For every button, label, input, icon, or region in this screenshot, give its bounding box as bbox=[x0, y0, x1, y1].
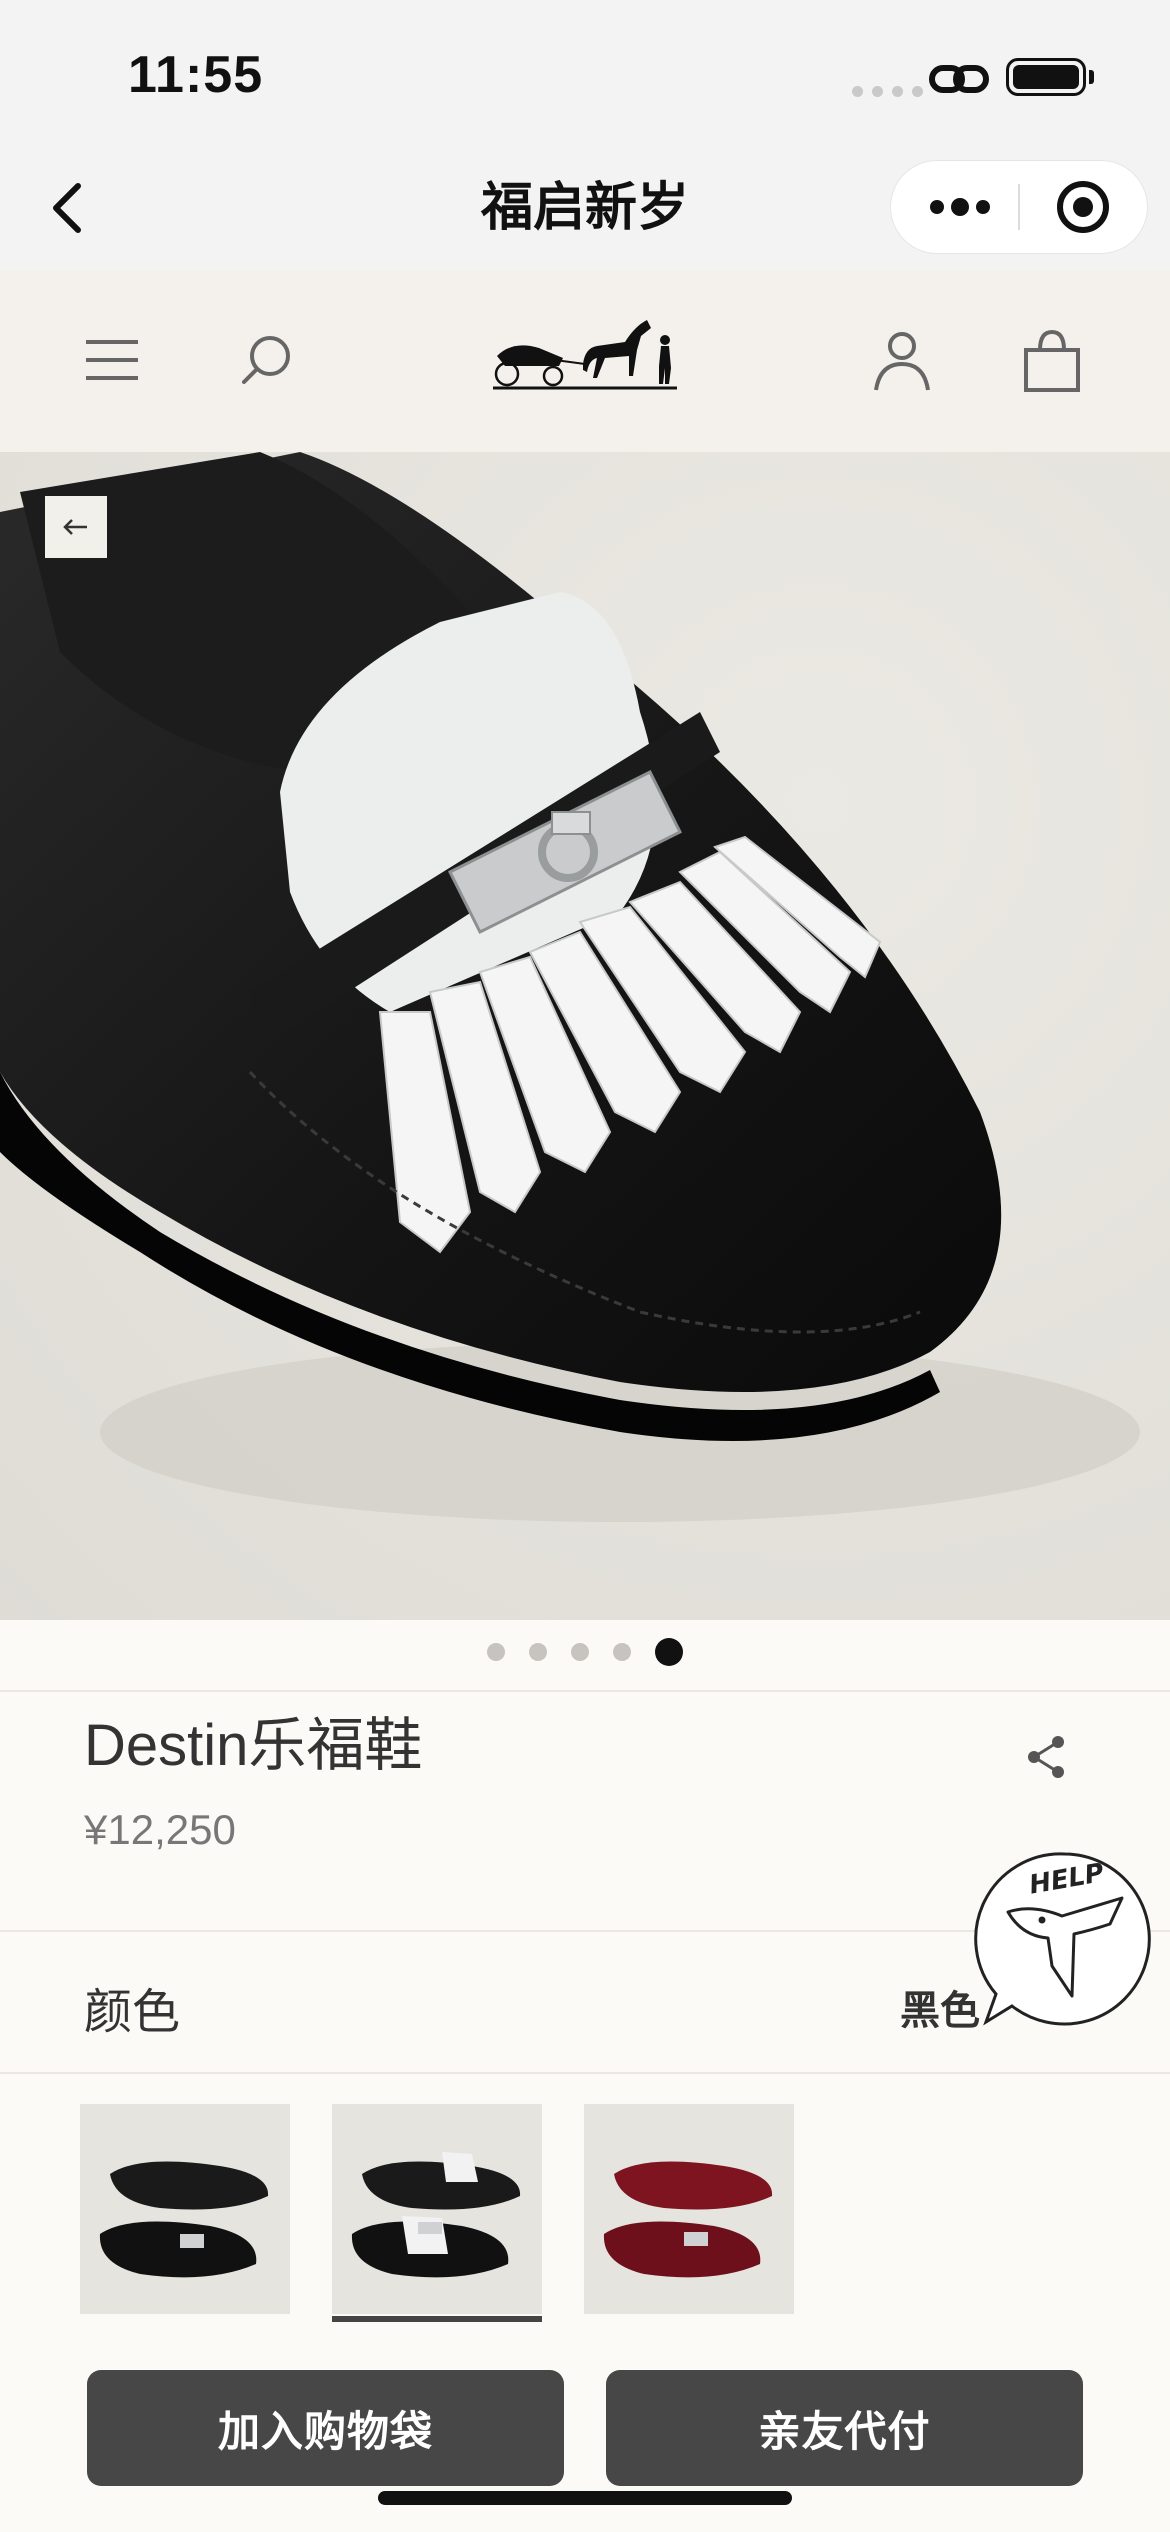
pagination-dot[interactable] bbox=[487, 1643, 505, 1661]
battery-icon bbox=[1006, 58, 1086, 96]
selected-swatch-indicator bbox=[332, 2316, 542, 2322]
color-swatch-red[interactable] bbox=[584, 2104, 794, 2314]
color-swatch-black[interactable] bbox=[80, 2104, 290, 2314]
loafer-illustration bbox=[0, 452, 1170, 1620]
status-time: 11:55 bbox=[128, 46, 264, 104]
product-price: ¥12,250 bbox=[84, 1806, 236, 1853]
black-loafer-thumb bbox=[80, 2104, 290, 2314]
product-image[interactable] bbox=[0, 452, 1170, 1620]
menu-icon[interactable] bbox=[72, 320, 152, 400]
black-white-loafer-thumb bbox=[332, 2104, 542, 2314]
hermes-carriage-logo[interactable] bbox=[485, 306, 685, 396]
pagination-dot[interactable] bbox=[571, 1643, 589, 1661]
battery-tip bbox=[1089, 70, 1094, 84]
color-label: 颜色 bbox=[84, 1986, 181, 2039]
account-icon[interactable] bbox=[862, 320, 942, 400]
product-title: Destin乐福鞋 bbox=[84, 1713, 423, 1778]
gallery-pagination bbox=[0, 1638, 1170, 1666]
more-icon[interactable] bbox=[925, 182, 995, 232]
search-icon[interactable] bbox=[226, 320, 306, 400]
target-icon[interactable] bbox=[1054, 178, 1112, 236]
shopping-bag-icon[interactable] bbox=[1012, 320, 1092, 400]
pagination-dot[interactable] bbox=[529, 1643, 547, 1661]
red-loafer-thumb bbox=[584, 2104, 794, 2314]
signal-icon bbox=[852, 86, 923, 97]
divider bbox=[0, 1690, 1170, 1692]
divider bbox=[0, 2072, 1170, 2074]
link-icon bbox=[929, 65, 989, 93]
pagination-dot-active[interactable] bbox=[655, 1638, 683, 1666]
home-indicator bbox=[378, 2491, 792, 2505]
pagination-dot[interactable] bbox=[613, 1643, 631, 1661]
help-icon[interactable]: HELP bbox=[972, 1846, 1158, 2032]
color-swatch-black-white[interactable] bbox=[332, 2104, 542, 2314]
gallery-back-icon[interactable] bbox=[45, 496, 107, 558]
friend-pay-button[interactable]: 亲友代付 bbox=[606, 2370, 1083, 2486]
capsule-divider bbox=[1018, 184, 1020, 230]
add-to-bag-button[interactable]: 加入购物袋 bbox=[87, 2370, 564, 2486]
selected-color: 黑色 bbox=[900, 1989, 980, 2033]
share-icon[interactable] bbox=[1020, 1730, 1074, 1784]
